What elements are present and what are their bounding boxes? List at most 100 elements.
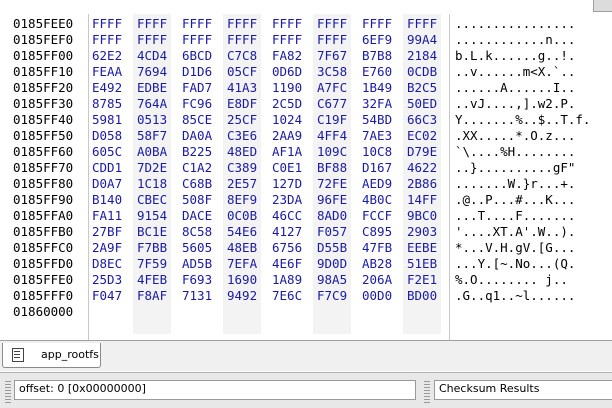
- hex-word[interactable]: 9D0D: [317, 256, 347, 272]
- hex-row[interactable]: 0185FF80 D0A7 1C18 C68B 2E57 127D 72FE AED9 2B86…: [0, 176, 612, 192]
- scrollbar-corner[interactable]: [593, 0, 612, 12]
- hex-word[interactable]: 48EB: [227, 240, 257, 256]
- hex-word[interactable]: 4B0C: [362, 192, 392, 208]
- hex-word[interactable]: 27BF: [92, 224, 122, 240]
- hex-word[interactable]: A0BA: [137, 144, 167, 160]
- hex-word[interactable]: FFFF: [182, 32, 212, 48]
- hex-word[interactable]: D167: [362, 160, 392, 176]
- hex-word[interactable]: 206A: [362, 272, 392, 288]
- hex-word[interactable]: E8DF: [227, 96, 257, 112]
- row-text[interactable]: ..}..........gF": [455, 160, 575, 176]
- row-text[interactable]: *...V.H.gV.[G...: [455, 240, 575, 256]
- row-text[interactable]: Y.......%..$..T.f.: [455, 112, 590, 128]
- hex-row[interactable]: 0185FFB0 27BF BC1E 8C58 54E6 4127 F057 C895 2903…: [0, 224, 612, 240]
- hex-editor-pane[interactable]: 0185FEE0 FFFF FFFF FFFF FFFF FFFF FFFF FFFF FFFF…: [0, 0, 612, 340]
- hex-word[interactable]: 5981: [92, 112, 122, 128]
- hex-word[interactable]: 00D0: [362, 288, 392, 304]
- hex-word[interactable]: 9492: [227, 288, 257, 304]
- row-text[interactable]: `\....%H........: [455, 144, 575, 160]
- hex-word[interactable]: D79E: [407, 144, 437, 160]
- hex-word[interactable]: 4FEB: [137, 272, 167, 288]
- hex-word[interactable]: FFFF: [92, 16, 122, 32]
- hex-word[interactable]: 2AA9: [272, 128, 302, 144]
- hex-word[interactable]: FFFF: [92, 32, 122, 48]
- hex-word[interactable]: 8785: [92, 96, 122, 112]
- panel-grip-left[interactable]: [5, 381, 11, 403]
- hex-word[interactable]: 4127: [272, 224, 302, 240]
- row-text[interactable]: ......A......I..: [455, 80, 575, 96]
- row-text[interactable]: .XX.....*.O.z...: [455, 128, 575, 144]
- hex-word[interactable]: EDBE: [137, 80, 167, 96]
- hex-row[interactable]: 0185FF30 8785 764A FC96 E8DF 2C5D C677 32FA 50ED…: [0, 96, 612, 112]
- hex-word[interactable]: 127D: [272, 176, 302, 192]
- hex-word[interactable]: 2184: [407, 48, 437, 64]
- hex-word[interactable]: 0D6D: [272, 64, 302, 80]
- hex-word[interactable]: F7C9: [317, 288, 347, 304]
- hex-row[interactable]: 0185FEF0 FFFF FFFF FFFF FFFF FFFF FFFF 6EF9 99A4…: [0, 32, 612, 48]
- hex-word[interactable]: 4FF4: [317, 128, 347, 144]
- row-text[interactable]: b.L.k......g..!.: [455, 48, 575, 64]
- hex-word[interactable]: D8EC: [92, 256, 122, 272]
- hex-word[interactable]: BF88: [317, 160, 347, 176]
- hex-word[interactable]: C3E6: [227, 128, 257, 144]
- hex-word[interactable]: C895: [362, 224, 392, 240]
- hex-word[interactable]: C68B: [182, 176, 212, 192]
- hex-row[interactable]: 0185FFE0 25D3 4FEB F693 1690 1A89 98A5 206A F2E1…: [0, 272, 612, 288]
- row-text[interactable]: ................: [455, 16, 575, 32]
- tab-app-rootfs[interactable]: app_rootfs: [2, 343, 101, 368]
- hex-word[interactable]: 41A3: [227, 80, 257, 96]
- hex-word[interactable]: 2A9F: [92, 240, 122, 256]
- hex-row[interactable]: 0185FF20 E492 EDBE FAD7 41A3 1190 A7FC 1B49 B2C5…: [0, 80, 612, 96]
- hex-word[interactable]: 109C: [317, 144, 347, 160]
- hex-word[interactable]: C389: [227, 160, 257, 176]
- hex-word[interactable]: CBEC: [137, 192, 167, 208]
- hex-word[interactable]: 46CC: [272, 208, 302, 224]
- hex-word[interactable]: 66C3: [407, 112, 437, 128]
- checksum-results-field[interactable]: Checksum Results: [434, 380, 612, 400]
- hex-row[interactable]: 01860000: [0, 304, 612, 320]
- hex-word[interactable]: 1A89: [272, 272, 302, 288]
- hex-word[interactable]: AD5B: [182, 256, 212, 272]
- hex-word[interactable]: 0513: [137, 112, 167, 128]
- hex-word[interactable]: 05CF: [227, 64, 257, 80]
- row-text[interactable]: .@..P...#...K...: [455, 192, 575, 208]
- hex-word[interactable]: FFFF: [227, 16, 257, 32]
- hex-word[interactable]: 98A5: [317, 272, 347, 288]
- hex-word[interactable]: 1024: [272, 112, 302, 128]
- hex-word[interactable]: D0A7: [92, 176, 122, 192]
- hex-word[interactable]: C7C8: [227, 48, 257, 64]
- hex-word[interactable]: FFFF: [272, 32, 302, 48]
- hex-word[interactable]: F2E1: [407, 272, 437, 288]
- hex-row[interactable]: 0185FFD0 D8EC 7F59 AD5B 7EFA 4E6F 9D0D AB28 51EB…: [0, 256, 612, 272]
- hex-word[interactable]: 8C58: [182, 224, 212, 240]
- offset-field[interactable]: offset: 0 [0x00000000]: [14, 380, 416, 400]
- hex-row[interactable]: 0185FF60 605C A0BA B225 48ED AF1A 109C 10C8 D79E…: [0, 144, 612, 160]
- hex-word[interactable]: AF1A: [272, 144, 302, 160]
- hex-word[interactable]: F047: [92, 288, 122, 304]
- hex-word[interactable]: C0E1: [272, 160, 302, 176]
- hex-word[interactable]: 50ED: [407, 96, 437, 112]
- hex-word[interactable]: 85CE: [182, 112, 212, 128]
- hex-word[interactable]: F693: [182, 272, 212, 288]
- hex-word[interactable]: EEBE: [407, 240, 437, 256]
- hex-word[interactable]: 10C8: [362, 144, 392, 160]
- hex-word[interactable]: 508F: [182, 192, 212, 208]
- hex-word[interactable]: F057: [317, 224, 347, 240]
- hex-word[interactable]: 48ED: [227, 144, 257, 160]
- hex-word[interactable]: D058: [92, 128, 122, 144]
- hex-word[interactable]: FCCF: [362, 208, 392, 224]
- hex-row[interactable]: 0185FF10 FEAA 7694 D1D6 05CF 0D6D 3C58 E760 0CDB…: [0, 64, 612, 80]
- hex-word[interactable]: 7EFA: [227, 256, 257, 272]
- hex-word[interactable]: B7B8: [362, 48, 392, 64]
- hex-word[interactable]: FFFF: [317, 16, 347, 32]
- hex-word[interactable]: 7F59: [137, 256, 167, 272]
- hex-word[interactable]: FEAA: [92, 64, 122, 80]
- hex-word[interactable]: 1B49: [362, 80, 392, 96]
- hex-word[interactable]: FA11: [92, 208, 122, 224]
- hex-word[interactable]: EC02: [407, 128, 437, 144]
- hex-word[interactable]: F7BB: [137, 240, 167, 256]
- hex-word[interactable]: FFFF: [137, 16, 167, 32]
- hex-word[interactable]: 7694: [137, 64, 167, 80]
- hex-word[interactable]: FFFF: [317, 32, 347, 48]
- hex-word[interactable]: 5605: [182, 240, 212, 256]
